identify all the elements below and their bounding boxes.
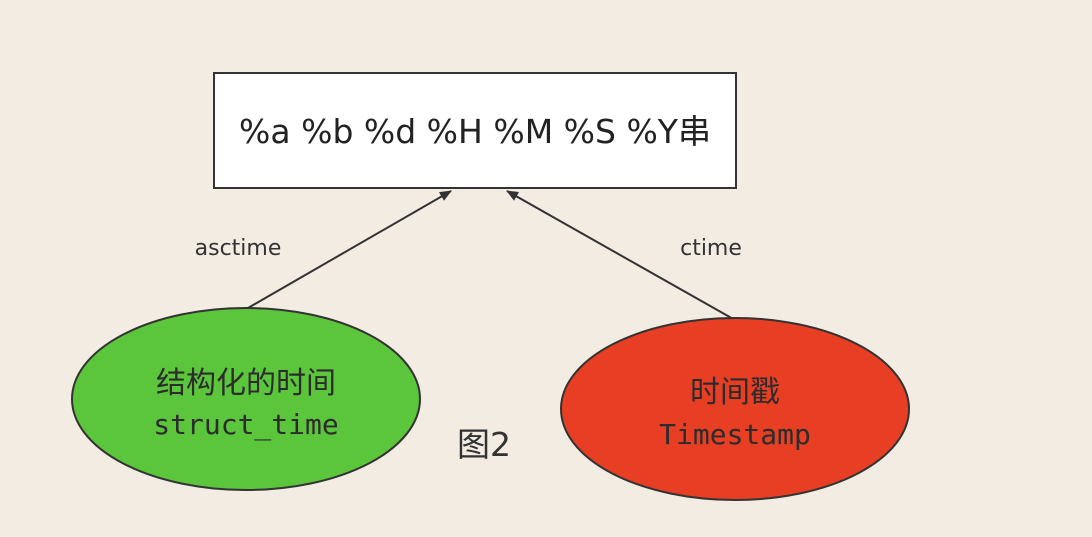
timestamp-node: 时间戳 Timestamp [560,317,910,501]
struct-time-label-en: struct_time [153,408,338,442]
figure-caption: 图2 [457,425,511,464]
timestamp-label-en: Timestamp [659,418,811,451]
struct-time-label-cn: 结构化的时间 [156,366,336,401]
format-string-box: %a %b %d %H %M %S %Y串 [213,72,737,189]
ctime-label: ctime [680,236,742,261]
format-string-text: %a %b %d %H %M %S %Y串 [239,112,711,151]
timestamp-label-cn: 时间戳 [690,375,780,410]
struct-time-node: 结构化的时间 struct_time [71,307,421,491]
asctime-label: asctime [195,236,282,261]
conversion-diagram: %a %b %d %H %M %S %Y串 asctime ctime 结构化的… [71,72,910,501]
